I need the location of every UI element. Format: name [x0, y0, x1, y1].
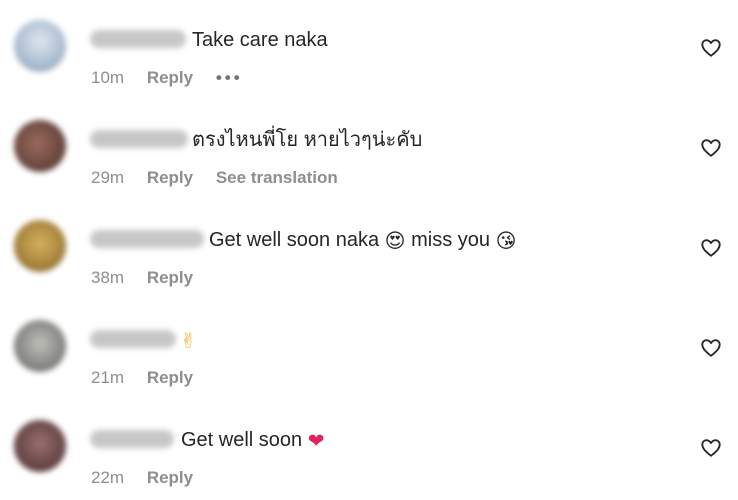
- comment-time: 29m: [91, 168, 125, 187]
- reply-button[interactable]: Reply: [147, 368, 193, 387]
- heart-outline-icon[interactable]: [700, 237, 722, 259]
- comment-text: Get well soon naka: [209, 229, 380, 251]
- avatar[interactable]: [14, 420, 66, 472]
- red-heart-emoji: ❤: [307, 428, 325, 453]
- comment-time: 10m: [91, 68, 125, 87]
- comment-text: ตรงไหนพี่โย หายไวๆน่ะคับ: [192, 129, 423, 151]
- comment-text: Get well soon: [181, 429, 303, 451]
- comment-item: Take care naka 10m Reply •••: [0, 0, 738, 100]
- username[interactable]: [90, 30, 186, 48]
- comment-time: 38m: [91, 268, 125, 287]
- avatar[interactable]: [14, 20, 66, 72]
- comment-meta: 29m Reply See translation: [91, 167, 356, 189]
- reply-button[interactable]: Reply: [147, 68, 193, 87]
- reply-button[interactable]: Reply: [147, 268, 193, 287]
- see-translation-button[interactable]: See translation: [216, 168, 338, 187]
- comment-meta: 10m Reply •••: [91, 67, 243, 89]
- heart-eyes-emoji: 😍: [384, 228, 406, 253]
- comment-item: ตรงไหนพี่โย หายไวๆน่ะคับ 29m Reply See t…: [0, 100, 738, 200]
- comment-meta: 38m Reply: [91, 267, 211, 289]
- comment-text: Take care naka: [192, 29, 328, 51]
- username[interactable]: [90, 330, 176, 348]
- heart-outline-icon[interactable]: [700, 437, 722, 459]
- comment-list: Take care naka 10m Reply ••• ตรงไหนพี่โย…: [0, 0, 738, 500]
- heart-outline-icon[interactable]: [700, 137, 722, 159]
- comment-meta: 21m Reply: [91, 367, 211, 389]
- reply-button[interactable]: Reply: [147, 468, 193, 487]
- comment-text-continued: miss you: [411, 229, 490, 251]
- username[interactable]: [90, 130, 188, 148]
- more-options-button[interactable]: •••: [216, 68, 243, 87]
- comment-text-row: Get well soon naka 😍 miss you 😘: [209, 228, 516, 253]
- reply-button[interactable]: Reply: [147, 168, 193, 187]
- avatar[interactable]: [14, 320, 66, 372]
- comment-item: Get well soon ❤ 22m Reply: [0, 400, 738, 500]
- victory-hand-emoji: ✌: [180, 328, 197, 353]
- username[interactable]: [90, 430, 174, 448]
- comment-item: Get well soon naka 😍 miss you 😘 38m Repl…: [0, 200, 738, 300]
- heart-outline-icon[interactable]: [700, 37, 722, 59]
- comment-item: ✌ 21m Reply: [0, 300, 738, 400]
- comment-meta: 22m Reply: [91, 467, 211, 489]
- kiss-emoji: 😘: [495, 228, 517, 253]
- comment-text-row: ✌: [180, 328, 197, 353]
- comment-time: 21m: [91, 368, 125, 387]
- comment-text-row: Get well soon ❤: [181, 428, 325, 453]
- avatar[interactable]: [14, 220, 66, 272]
- comment-time: 22m: [91, 468, 125, 487]
- heart-outline-icon[interactable]: [700, 337, 722, 359]
- avatar[interactable]: [14, 120, 66, 172]
- username[interactable]: [90, 230, 204, 248]
